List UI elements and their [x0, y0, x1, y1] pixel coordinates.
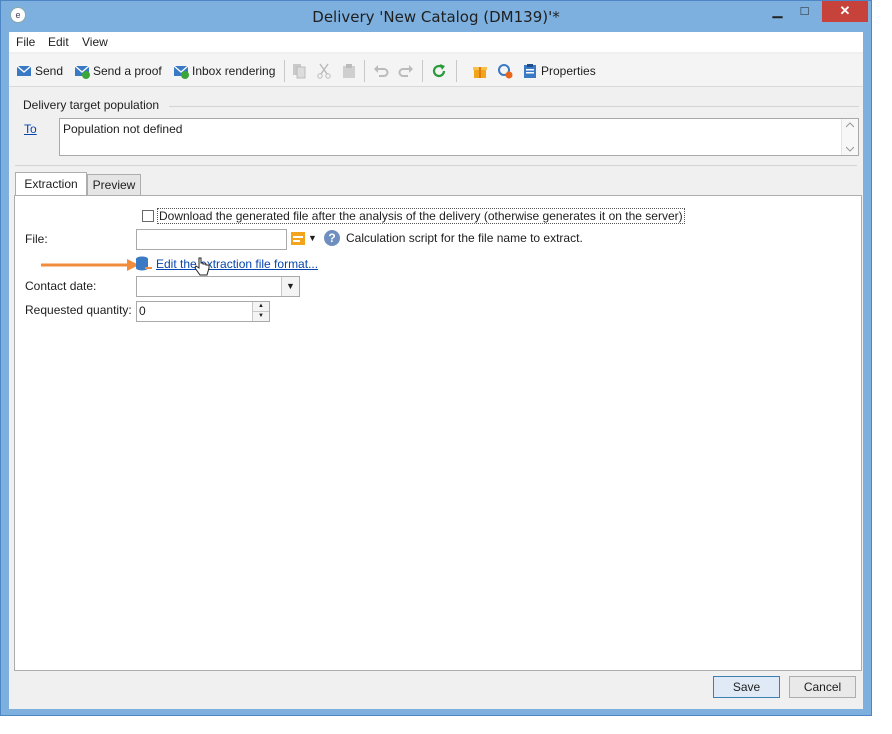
redo-icon[interactable]: [398, 62, 414, 80]
scroll-down-icon[interactable]: [846, 146, 854, 152]
quantity-spinner[interactable]: ▲ ▼: [252, 302, 269, 321]
properties-button[interactable]: Properties: [522, 62, 596, 80]
gift-icon[interactable]: [472, 62, 488, 80]
send-button[interactable]: Send: [16, 62, 63, 80]
send-proof-button[interactable]: Send a proof: [74, 62, 162, 80]
target-section-label: Delivery target population: [23, 98, 160, 112]
section-divider: [15, 165, 857, 166]
database-edit-icon[interactable]: [135, 256, 153, 272]
orange-arrow-annotation: [41, 259, 139, 271]
send-label: Send: [35, 64, 64, 78]
section-divider: [169, 106, 859, 107]
contact-date-label: Contact date:: [25, 279, 97, 293]
edit-extraction-format-link[interactable]: Edit the extraction file format...: [156, 257, 318, 271]
spin-up-icon[interactable]: ▲: [253, 302, 269, 312]
to-link[interactable]: To: [24, 122, 37, 136]
to-population-field[interactable]: Population not defined: [59, 118, 859, 156]
tab-extraction[interactable]: Extraction: [15, 172, 87, 196]
spin-down-icon[interactable]: ▼: [253, 312, 269, 321]
file-label: File:: [25, 232, 48, 246]
inbox-rendering-label: Inbox rendering: [192, 64, 276, 78]
window-client-area: File Edit View Send Send a proof Inbox r…: [9, 32, 863, 709]
menu-view[interactable]: View: [82, 35, 108, 49]
analyze-icon[interactable]: [497, 62, 513, 80]
close-button[interactable]: ✕: [822, 1, 868, 22]
minimize-button[interactable]: ▁: [764, 1, 791, 22]
menu-file[interactable]: File: [16, 35, 35, 49]
requested-quantity-stepper[interactable]: 0 ▲ ▼: [136, 301, 270, 322]
window-title: Delivery 'New Catalog (DM139)'*: [312, 8, 560, 26]
file-input[interactable]: [136, 229, 287, 250]
save-button[interactable]: Save: [713, 676, 780, 698]
toolbar-separator: [422, 60, 423, 82]
toolbar-separator: [364, 60, 365, 82]
properties-label: Properties: [541, 64, 596, 78]
to-population-value: Population not defined: [63, 122, 183, 136]
title-bar[interactable]: e Delivery 'New Catalog (DM139)'* ▁ □ ✕: [1, 1, 871, 32]
scroll-up-icon[interactable]: [846, 122, 854, 128]
envelope-proof-icon: [74, 65, 90, 79]
date-dropdown-chevron-icon[interactable]: ▼: [281, 277, 299, 296]
undo-icon[interactable]: [373, 62, 389, 80]
delivery-window: e Delivery 'New Catalog (DM139)'* ▁ □ ✕ …: [0, 0, 872, 716]
file-help-text: Calculation script for the file name to …: [346, 231, 583, 245]
download-checkbox-label[interactable]: Download the generated file after the an…: [157, 208, 685, 224]
toolbar-separator: [284, 60, 285, 82]
clipboard-icon: [524, 64, 536, 78]
toolbar-separator: [456, 60, 457, 82]
extraction-panel: Download the generated file after the an…: [14, 195, 862, 671]
menu-edit[interactable]: Edit: [48, 35, 69, 49]
refresh-icon[interactable]: [431, 62, 447, 80]
contact-date-field[interactable]: ▼: [136, 276, 300, 297]
tab-preview[interactable]: Preview: [87, 174, 141, 195]
file-picker-icon[interactable]: [291, 232, 305, 245]
requested-quantity-label: Requested quantity:: [25, 303, 132, 317]
to-field-scrollbar[interactable]: [841, 119, 858, 155]
help-icon[interactable]: ?: [324, 230, 340, 246]
cancel-button[interactable]: Cancel: [789, 676, 856, 698]
chevron-down-icon[interactable]: ▼: [308, 233, 317, 243]
envelope-send-icon: [16, 65, 32, 76]
maximize-button[interactable]: □: [791, 1, 818, 22]
cut-icon[interactable]: [316, 62, 332, 80]
inbox-rendering-icon: [173, 65, 189, 79]
copy-icon[interactable]: [291, 62, 307, 80]
download-checkbox[interactable]: [142, 210, 154, 222]
paste-icon[interactable]: [341, 62, 357, 80]
requested-quantity-value: 0: [139, 304, 146, 318]
menu-bar: File Edit View: [9, 32, 863, 52]
send-proof-label: Send a proof: [93, 64, 162, 78]
inbox-rendering-button[interactable]: Inbox rendering: [173, 62, 275, 80]
toolbar: Send Send a proof Inbox rendering Proper…: [9, 54, 863, 87]
